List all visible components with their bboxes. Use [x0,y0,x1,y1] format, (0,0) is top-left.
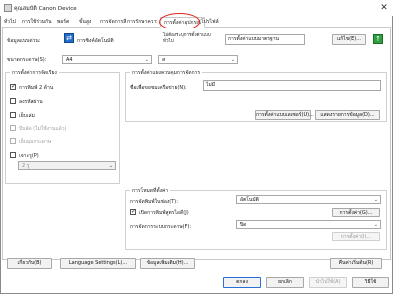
corner-staple-label: เย็บมุมกระดาษ [19,139,52,145]
sync-icon[interactable]: ⇄ [64,33,74,43]
punch-select[interactable]: 2 รู ⌄ [18,161,116,170]
about-button[interactable]: เกี่ยวกับ(B) [7,258,52,269]
punch-label: เจาะรู(P) [19,153,39,159]
laser-settings-button[interactable]: การตั้งค่าแบบเลเซอร์(U)... [255,110,314,120]
paper-handling-select[interactable]: ปิด ⌄ [236,220,381,229]
more-info-button[interactable]: ข้อมูลเพิ่มเติม(H)... [140,258,195,269]
options-group-title: การโหมดที่ตั้งค่า [130,187,171,195]
cancel-button[interactable]: ยกเลิก [266,277,304,288]
paper-handling-label: การจัดการระบบกระดาษ(F): [130,224,192,230]
output-mode-select[interactable]: อัตโนมัติ ⌄ [236,195,381,204]
profile-label: ข้อมูลแบบด่วน: [7,38,41,44]
password-label: ลงรหัสผ่าน [19,99,43,105]
tab-sharing[interactable]: การใช้ร่วมกัน [22,17,52,28]
management-group-title: การตั้งค่าแผงควบคุมการจัดการ [130,69,203,77]
password-checkbox[interactable] [10,98,16,104]
output-mode-value: อัตโนมัติ [240,197,259,203]
apply-button[interactable]: นำไปใช้(A) [309,277,347,288]
chevron-down-icon: ⌄ [230,57,235,63]
paper-handling-value: ปิด [240,222,247,228]
ok-button[interactable]: ตกลง [223,277,261,288]
printer-icon [4,4,12,12]
staple-checkbox[interactable] [10,112,16,118]
edit-profile-button[interactable]: แก้ไข(E)... [332,34,366,45]
chevron-down-icon: ⌄ [108,163,113,169]
corner-staple-checkbox[interactable] [10,138,16,144]
network-name-field[interactable]: ไม่มี [203,80,381,91]
compress-label: บีบอัด (ไม่ใช้งานแล้ว) [19,126,67,132]
network-name-label: ชื่อเพื่อขอชมเครือข่าย(N): [130,85,187,91]
paper-handling-settings-button[interactable]: การตั้งค่า(I)... [332,232,380,241]
paper-size-value: A4 [66,57,73,63]
profile-field[interactable]: การตั้งค่าแบบมาตรฐาน [225,34,305,45]
punch-value: 2 รู [22,163,30,169]
paper-size-label: ขนาดกระดาษ(S): [7,57,47,63]
restore-defaults-button[interactable]: คืนค่าเริ่มต้น(R) [330,258,382,269]
tab-advanced[interactable]: ขั้นสูง [79,17,91,28]
secure-print-checkbox[interactable] [130,208,136,215]
output-mode-label: การจัดพิมพ์ในช่อง(T): [130,199,178,205]
show-info-button[interactable]: แสดงรายการข้อมูล(D)... [315,110,380,120]
tab-security[interactable]: การรักษาความปลอดภัย [127,17,157,28]
secure-print-label: เปิดการพิมพ์สูตรไอดี(J) [139,210,189,216]
help-button[interactable]: วิธีใช้ [352,277,389,288]
tab-general[interactable]: ทั่วไป [4,17,16,28]
secure-print-settings-button[interactable]: การตั้งค่า(G)... [332,208,380,217]
paper-size-select[interactable]: A4 ⌄ [62,55,152,64]
profile-info-label: ไม่ต้องระบุการตั้งค่าแบบทั่วไป [163,33,211,44]
window-title: คุณสมบัติ Canon Device [14,6,77,12]
chevron-down-icon: ⌄ [144,57,149,63]
upload-icon[interactable]: ↑ [373,34,383,44]
tab-ports[interactable]: พอร์ต [57,17,69,28]
language-settings-button[interactable]: Language Settings(L)... [60,258,136,269]
tab-color-management[interactable]: การจัดการสี [100,17,126,28]
chevron-down-icon: ⌄ [373,197,378,203]
orientation-value: ส [162,57,166,63]
orientation-select[interactable]: ส ⌄ [158,55,238,64]
punch-checkbox[interactable] [10,152,16,158]
duplex-checkbox[interactable] [10,83,16,90]
tab-profile[interactable]: โปรไฟล์ [201,17,219,28]
close-icon[interactable]: ✕ [378,2,390,14]
sync-label: การซิงค์อัตโนมัติ [77,38,114,44]
chevron-down-icon: ⌄ [373,222,378,228]
finishing-group-title: การตั้งค่าการจัดเรียง [10,69,59,77]
compress-checkbox[interactable] [10,125,16,131]
staple-label: เย็บเล่ม [19,113,35,119]
duplex-label: การพิมพ์ 2 ด้าน [19,85,54,91]
